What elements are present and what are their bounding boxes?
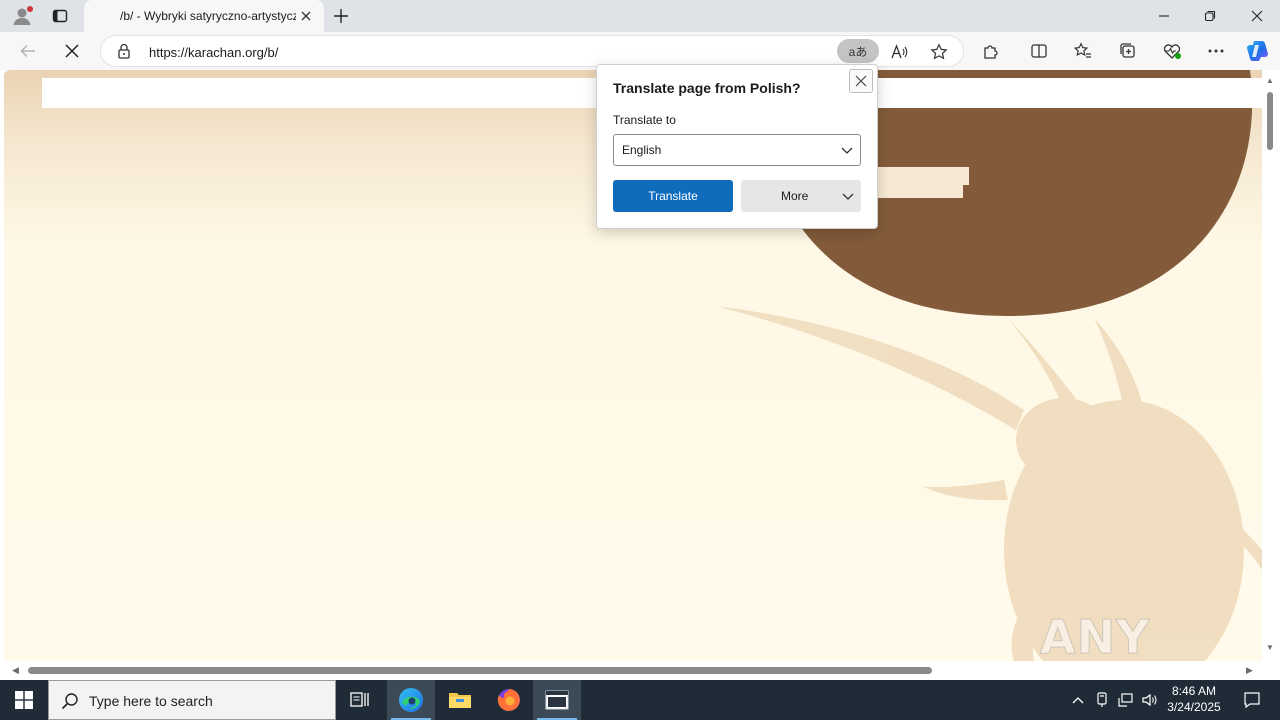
close-icon <box>855 75 867 87</box>
chevron-down-icon <box>841 189 855 206</box>
system-clock[interactable]: 8:46 AM 3/24/2025 <box>1160 683 1228 715</box>
favorite-star-icon[interactable] <box>927 40 951 64</box>
profile-button[interactable] <box>8 4 36 28</box>
taskbar-file-explorer-app[interactable] <box>436 680 484 720</box>
speaker-icon <box>1142 693 1157 707</box>
taskbar-firefox-app[interactable] <box>485 680 533 720</box>
notification-icon <box>1244 692 1260 709</box>
minimize-icon <box>1159 15 1169 17</box>
tab-actions-button[interactable] <box>46 4 74 28</box>
browser-tab-strip: /b/ - Wybryki satyryczno-artystyczne <box>0 0 1280 32</box>
split-screen-button[interactable] <box>1024 37 1054 65</box>
translate-dialog-close-button[interactable] <box>849 69 873 93</box>
windows-taskbar: Type here to search 8:46 AM 3/24/2025 <box>0 680 1280 720</box>
puzzle-icon <box>984 45 998 59</box>
task-view-button[interactable] <box>336 680 384 720</box>
heartbeat-icon <box>1163 44 1181 59</box>
close-icon <box>301 11 311 21</box>
translate-dialog-title: Translate page from Polish? <box>613 80 801 96</box>
start-button[interactable] <box>0 680 48 720</box>
browser-essentials-button[interactable] <box>1157 37 1187 65</box>
scroll-left-arrow-icon[interactable]: ◀ <box>12 665 19 676</box>
settings-more-button[interactable] <box>1201 37 1231 65</box>
translate-to-label: Translate to <box>613 113 676 127</box>
clock-date: 3/24/2025 <box>1167 700 1221 714</box>
target-language-select[interactable]: English <box>613 134 861 166</box>
collections-button[interactable] <box>1113 37 1143 65</box>
search-icon <box>61 692 79 713</box>
windows-logo-icon <box>15 691 33 709</box>
usb-device-icon <box>1097 692 1107 707</box>
copilot-icon <box>1247 41 1268 61</box>
url-text[interactable]: https://karachan.org/b/ <box>149 45 278 60</box>
back-button[interactable] <box>13 37 43 65</box>
tray-device-icon[interactable] <box>1092 680 1112 720</box>
extensions-button[interactable] <box>976 37 1006 65</box>
taskbar-search-box[interactable]: Type here to search <box>48 680 336 720</box>
restore-icon <box>1204 10 1216 22</box>
copilot-button[interactable] <box>1243 37 1273 65</box>
tab-close-button[interactable] <box>296 6 316 26</box>
more-options-button[interactable]: More <box>741 180 861 212</box>
stop-icon <box>65 44 79 58</box>
plus-icon <box>334 9 348 23</box>
folder-icon <box>449 693 471 708</box>
active-tab[interactable]: /b/ - Wybryki satyryczno-artystyczne <box>84 0 324 32</box>
taskbar-window-app[interactable] <box>533 680 581 720</box>
more-button-label: More <box>781 189 809 203</box>
close-icon <box>1251 10 1263 22</box>
horizontal-scrollbar[interactable]: ◀ ▶ <box>4 661 1262 679</box>
scroll-right-arrow-icon[interactable]: ▶ <box>1246 665 1253 676</box>
split-screen-icon <box>1031 44 1047 58</box>
show-hidden-icons-button[interactable] <box>1068 680 1088 720</box>
volume-button[interactable] <box>1140 680 1160 720</box>
app-window-icon <box>545 690 569 710</box>
translate-icon[interactable]: aあ <box>837 39 879 63</box>
tab-title: /b/ - Wybryki satyryczno-artystyczne <box>120 9 296 23</box>
minimize-button[interactable] <box>1141 0 1187 32</box>
favorites-list-icon <box>1074 42 1091 58</box>
restore-button[interactable] <box>1187 0 1233 32</box>
vertical-scroll-thumb[interactable] <box>1267 92 1273 150</box>
stop-loading-button[interactable] <box>57 37 87 65</box>
lock-icon[interactable] <box>117 43 131 62</box>
tab-actions-icon <box>52 9 68 23</box>
notification-dot <box>27 6 33 12</box>
chevron-up-icon <box>1072 697 1084 704</box>
arrow-left-icon <box>20 44 35 58</box>
translate-button[interactable]: Translate <box>613 180 733 212</box>
vertical-scrollbar[interactable]: ▲ ▼ <box>1262 70 1280 661</box>
target-language-value: English <box>622 143 662 157</box>
network-icon <box>1118 693 1133 707</box>
anyrun-watermark: ANY RUN <box>1040 610 1151 662</box>
notification-center-button[interactable] <box>1232 680 1272 720</box>
edge-browser-icon <box>399 688 423 712</box>
window-close-button[interactable] <box>1234 0 1280 32</box>
chevron-down-icon <box>840 143 854 160</box>
taskbar-edge-app[interactable] <box>387 680 435 720</box>
more-dots-icon <box>1208 49 1224 53</box>
favorites-button[interactable] <box>1068 37 1098 65</box>
horizontal-scroll-thumb[interactable] <box>28 667 932 674</box>
read-aloud-icon[interactable] <box>887 40 911 64</box>
collections-icon <box>1120 43 1135 58</box>
translate-dialog: Translate page from Polish? Translate to… <box>596 64 878 229</box>
task-view-icon <box>350 692 369 707</box>
firefox-icon <box>497 689 520 711</box>
address-bar[interactable]: https://karachan.org/b/ aあ <box>100 35 964 67</box>
new-tab-button[interactable] <box>328 4 354 28</box>
search-placeholder: Type here to search <box>89 693 213 709</box>
clock-time: 8:46 AM <box>1171 684 1217 698</box>
network-status-button[interactable] <box>1116 680 1136 720</box>
scroll-down-arrow-icon[interactable]: ▼ <box>1266 643 1274 652</box>
scroll-up-arrow-icon[interactable]: ▲ <box>1266 76 1274 85</box>
